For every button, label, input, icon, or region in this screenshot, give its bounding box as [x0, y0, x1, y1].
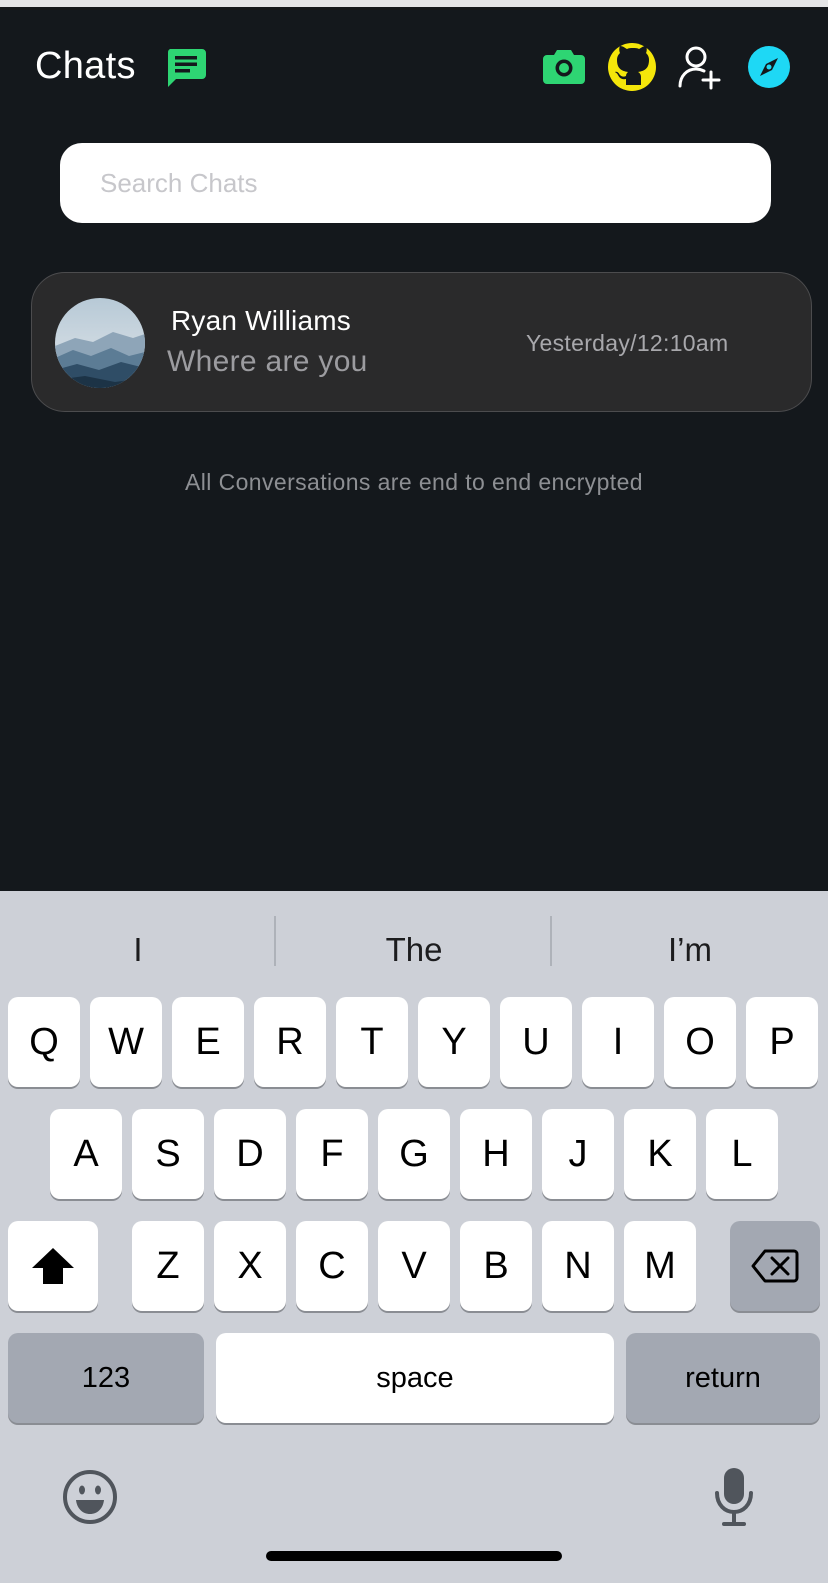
avatar-image — [55, 298, 145, 388]
space-key[interactable]: space — [216, 1333, 614, 1423]
add-user-icon[interactable] — [676, 44, 722, 90]
suggestion-3[interactable]: I’m — [552, 931, 828, 969]
key-r[interactable]: R — [254, 997, 326, 1087]
backspace-icon — [751, 1249, 799, 1283]
key-o[interactable]: O — [664, 997, 736, 1087]
suggestion-2[interactable]: The — [276, 931, 552, 969]
key-j[interactable]: J — [542, 1109, 614, 1199]
chat-contact-name: Ryan Williams — [171, 305, 351, 336]
key-s[interactable]: S — [132, 1109, 204, 1199]
key-d[interactable]: D — [214, 1109, 286, 1199]
key-e[interactable]: E — [172, 997, 244, 1087]
key-a[interactable]: A — [50, 1109, 122, 1199]
page-title: Chats — [35, 45, 136, 87]
key-f[interactable]: F — [296, 1109, 368, 1199]
suggestion-1[interactable]: I — [0, 931, 276, 969]
key-g[interactable]: G — [378, 1109, 450, 1199]
key-v[interactable]: V — [378, 1221, 450, 1311]
key-w[interactable]: W — [90, 997, 162, 1087]
shift-key[interactable] — [8, 1221, 98, 1311]
key-k[interactable]: K — [624, 1109, 696, 1199]
avatar — [55, 298, 145, 388]
microphone-icon[interactable] — [712, 1465, 756, 1529]
camera-icon[interactable] — [541, 44, 587, 90]
key-m[interactable]: M — [624, 1221, 696, 1311]
key-x[interactable]: X — [214, 1221, 286, 1311]
status-strip — [0, 0, 828, 7]
key-q[interactable]: Q — [8, 997, 80, 1087]
key-p[interactable]: P — [746, 997, 818, 1087]
key-y[interactable]: Y — [418, 997, 490, 1087]
chat-timestamp: Yesterday/12:10am — [526, 330, 729, 356]
github-icon[interactable] — [607, 42, 657, 92]
encryption-note: All Conversations are end to end encrypt… — [185, 469, 643, 495]
key-z[interactable]: Z — [132, 1221, 204, 1311]
shift-icon — [32, 1248, 74, 1284]
key-n[interactable]: N — [542, 1221, 614, 1311]
backspace-key[interactable] — [730, 1221, 820, 1311]
chats-screen: Chats Search Chats Ryan Williams Where a… — [0, 7, 828, 891]
key-t[interactable]: T — [336, 997, 408, 1087]
key-h[interactable]: H — [460, 1109, 532, 1199]
compass-icon[interactable] — [746, 44, 792, 90]
chat-last-message: Where are you — [167, 345, 368, 378]
chat-list-item[interactable]: Ryan Williams Where are you Yesterday/12… — [31, 272, 812, 412]
search-input[interactable] — [60, 143, 771, 223]
numbers-key[interactable]: 123 — [8, 1333, 204, 1423]
key-u[interactable]: U — [500, 997, 572, 1087]
key-i[interactable]: I — [582, 997, 654, 1087]
keyboard: I The I’m Q W E R T Y U I O P A S D F G … — [0, 891, 828, 1583]
home-indicator[interactable] — [266, 1551, 562, 1561]
return-key[interactable]: return — [626, 1333, 820, 1423]
chat-icon[interactable] — [164, 45, 208, 89]
key-b[interactable]: B — [460, 1221, 532, 1311]
key-c[interactable]: C — [296, 1221, 368, 1311]
emoji-icon[interactable] — [62, 1469, 118, 1525]
key-l[interactable]: L — [706, 1109, 778, 1199]
